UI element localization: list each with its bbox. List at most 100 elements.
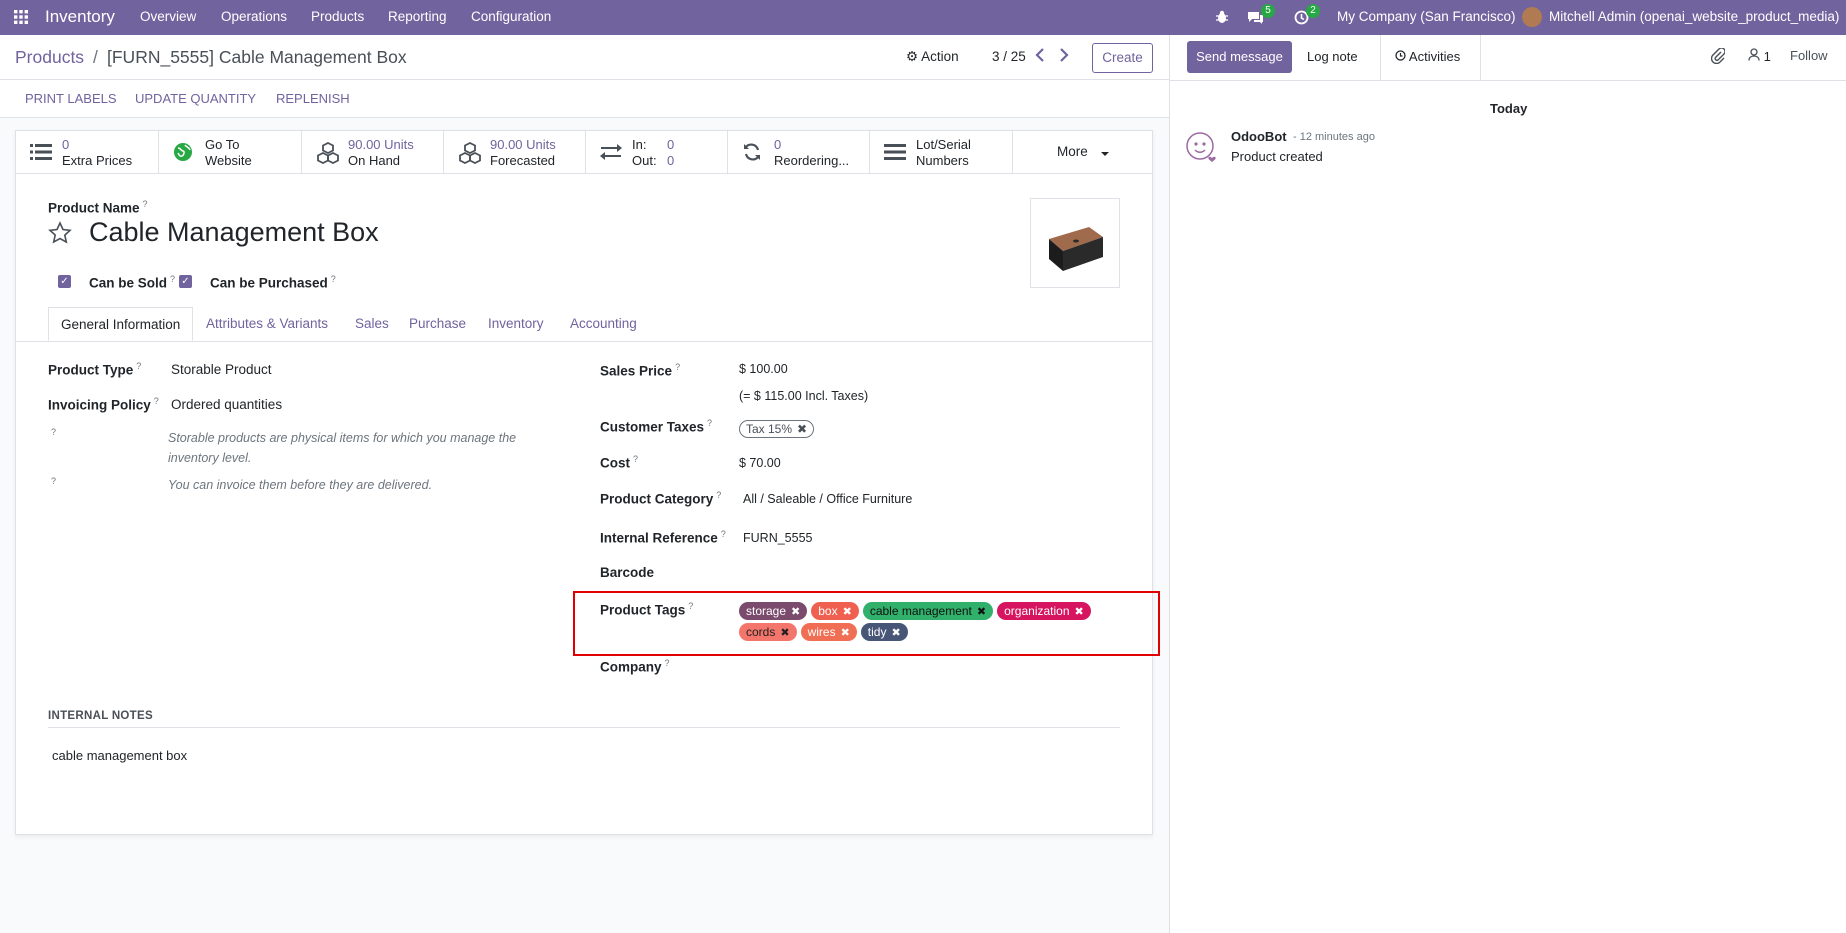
tax-tag[interactable]: Tax 15% ✖ [739,420,815,438]
tab-purchase[interactable]: Purchase [409,307,466,341]
more-label: More [1057,144,1088,159]
barcode-label: Barcode [600,565,655,580]
reordering-button[interactable]: 0 Reordering... [728,131,870,174]
activity-clock-icon[interactable] [1294,0,1309,35]
menu-products[interactable]: Products [311,0,364,35]
can-be-sold-checkbox[interactable]: ✓ [58,275,71,288]
tag-organization[interactable]: organization ✖ [997,602,1091,620]
internal-notes-header: INTERNAL NOTES [48,710,153,722]
go-to-website-button[interactable]: Go To Website [159,131,302,174]
tag-tidy[interactable]: tidy ✖ [860,623,908,641]
tag-storage[interactable]: storage ✖ [739,602,808,620]
globe-icon [173,142,197,164]
user-menu[interactable]: Mitchell Admin (openai_website_product_m… [1549,0,1839,35]
sales-price-field[interactable]: $ 100.00 [739,362,788,376]
user-avatar[interactable] [1522,0,1542,35]
invoicing-policy-field[interactable]: Ordered quantities [171,397,282,412]
activity-count-badge: 2 [1306,4,1320,18]
replenish-button[interactable]: REPLENISH [276,80,350,118]
message-author[interactable]: OdooBot [1231,129,1287,144]
followers-button[interactable]: 1 [1748,48,1771,64]
favorite-star-icon[interactable] [48,221,72,248]
lot-serial-button[interactable]: Lot/Serial Numbers [870,131,1013,174]
pager-previous-icon[interactable] [1035,48,1045,65]
internal-notes-field[interactable]: cable management box [52,748,187,763]
follow-button[interactable]: Follow [1790,48,1828,63]
action-button[interactable]: ⚙ Action [906,49,959,65]
lot-serial-label-2: Numbers [916,153,969,168]
log-note-button[interactable]: Log note [1307,41,1358,73]
product-type-field[interactable]: Storable Product [171,362,272,377]
in-label: In: [632,137,647,152]
activities-button[interactable]: Activities [1395,41,1460,73]
sales-price-label: Sales Price? [600,362,681,379]
tag-remove-icon[interactable]: ✖ [841,627,850,639]
out-label: Out: [632,153,657,168]
help-mark-2: ? [51,476,57,486]
company-switcher[interactable]: My Company (San Francisco) [1337,0,1516,35]
product-image[interactable] [1030,198,1120,288]
tag-remove-icon[interactable]: ✖ [780,627,789,639]
help-mark-1: ? [51,427,57,437]
tag-box[interactable]: box ✖ [811,602,859,620]
internal-reference-field[interactable]: FURN_5555 [743,531,812,545]
menu-reporting[interactable]: Reporting [388,0,447,35]
pager-value[interactable]: 3 / 25 [992,49,1026,64]
tag-wires[interactable]: wires ✖ [800,623,857,641]
tab-accounting[interactable]: Accounting [570,307,637,341]
tab-sales[interactable]: Sales [355,307,389,341]
menu-overview[interactable]: Overview [140,0,196,35]
cost-label: Cost? [600,454,639,471]
chat-icon[interactable] [1247,0,1264,35]
tag-remove-icon[interactable]: ✖ [1075,606,1084,618]
more-button[interactable]: More [1013,131,1152,174]
tag-remove-icon[interactable]: ✖ [797,422,807,436]
control-panel: Products / [FURN_5555] Cable Management … [0,35,1169,80]
print-labels-button[interactable]: PRINT LABELS [25,80,117,118]
tag-cords[interactable]: cords ✖ [739,623,797,641]
bug-icon[interactable] [1215,0,1229,35]
in-value: 0 [667,137,675,152]
reordering-label: Reordering... [774,153,850,168]
tag-remove-icon[interactable]: ✖ [843,606,852,618]
product-name-field[interactable]: Cable Management Box [89,217,379,248]
cost-field[interactable]: $ 70.00 [739,456,781,470]
sales-price-incl-taxes: (= $ 115.00 Incl. Taxes) [739,389,869,403]
gear-icon: ⚙ [906,49,919,64]
forecasted-button[interactable]: 90.00 Units Forecasted [444,131,586,174]
tag-cable-management[interactable]: cable management ✖ [862,602,994,620]
product-category-field[interactable]: All / Saleable / Office Furniture [743,492,912,506]
extra-prices-button[interactable]: 0 Extra Prices [16,131,159,174]
tab-general-information[interactable]: General Information [48,307,194,341]
in-out-button[interactable]: In: 0 Out: 0 [586,131,728,174]
send-message-button[interactable]: Send message [1187,41,1292,73]
message-time: - 12 minutes ago [1293,131,1375,143]
app-name[interactable]: Inventory [45,0,115,35]
menu-operations[interactable]: Operations [221,0,287,35]
tag-remove-icon[interactable]: ✖ [977,606,986,618]
company-label: Company? [600,658,670,675]
cubes-icon [316,141,340,165]
message-body: Product created [1231,149,1323,164]
tab-attributes-variants[interactable]: Attributes & Variants [206,307,328,341]
top-navbar: Inventory Overview Operations Products R… [0,0,1846,35]
tag-remove-icon[interactable]: ✖ [791,606,800,618]
extra-prices-label: Extra Prices [62,153,133,168]
barcode-field[interactable] [743,563,1123,583]
smart-buttons-row: 0 Extra Prices Go To Website 90.00 Units… [16,131,1152,174]
apps-menu-icon[interactable] [14,0,28,35]
forecasted-qty: 90.00 Units [490,137,556,152]
odoobot-avatar [1185,131,1219,168]
chatter-topbar-divider [1170,80,1846,81]
menu-configuration[interactable]: Configuration [471,0,551,35]
tag-remove-icon[interactable]: ✖ [891,627,900,639]
create-button[interactable]: Create [1092,43,1153,73]
pager-next-icon[interactable] [1059,48,1069,65]
extra-prices-count: 0 [62,137,70,152]
paperclip-icon[interactable] [1710,47,1726,67]
tab-inventory[interactable]: Inventory [488,307,544,341]
can-be-purchased-checkbox[interactable]: ✓ [179,275,192,288]
update-quantity-button[interactable]: UPDATE QUANTITY [135,80,256,118]
breadcrumb-products[interactable]: Products [15,47,84,68]
on-hand-button[interactable]: 90.00 Units On Hand [302,131,444,174]
